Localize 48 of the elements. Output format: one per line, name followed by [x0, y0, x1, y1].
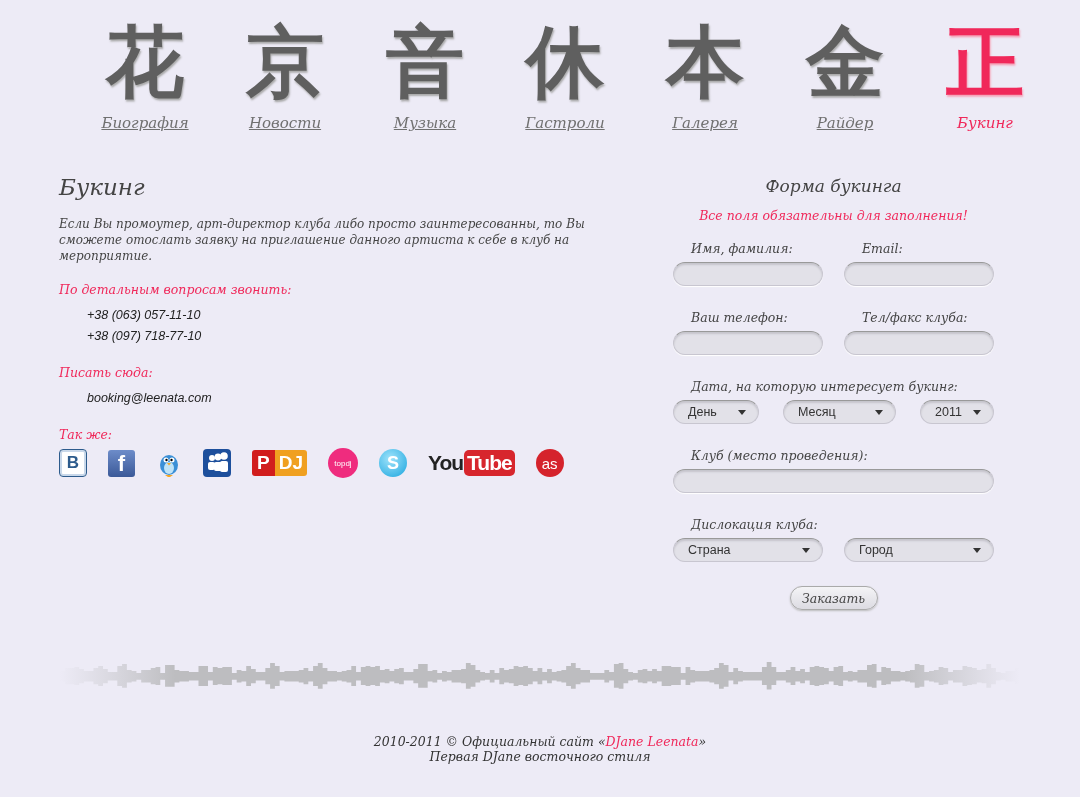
caret-icon: [973, 547, 981, 553]
nav-link[interactable]: 京 Новости: [216, 12, 354, 132]
dropdown[interactable]: Месяц: [783, 400, 896, 424]
field-label: Тел/факс клуба:: [861, 310, 969, 326]
intro-paragraph: Если Вы промоутер, арт-директор клуба либо просто заинтересованны, то Вы сможете отослать заявку на приглашение данного артиста к себе в клуб на мероприятие.: [59, 216, 586, 264]
contact-text: booking@leenata.com: [86, 390, 213, 407]
field-label: Клуб (место проведения):: [690, 448, 869, 464]
required-note: Все поля обязательны для заполнения!: [698, 208, 969, 223]
nav-link[interactable]: 金 Райдер: [776, 12, 914, 132]
nav-link[interactable]: 音 Музыка: [356, 12, 494, 132]
tagline-text: Первая DJane восточного стиля: [428, 749, 652, 764]
dropdown[interactable]: Город: [844, 538, 994, 562]
order-button[interactable]: Заказать: [789, 586, 878, 610]
field-label: Имя, фамилия:: [690, 241, 794, 257]
input-field[interactable]: [673, 262, 823, 286]
input-field[interactable]: [844, 331, 994, 355]
dropdown[interactable]: Страна: [673, 538, 823, 562]
site-link[interactable]: DJane Leenata: [605, 734, 699, 749]
nav-link[interactable]: 休 Гастроли: [496, 12, 634, 132]
nav-link[interactable]: 本 Галерея: [636, 12, 774, 132]
caret-icon: [973, 409, 981, 415]
input-field[interactable]: [844, 262, 994, 286]
vk-icon[interactable]: В: [59, 449, 87, 477]
people-icon[interactable]: [203, 449, 231, 477]
form-heading: Форма букинга: [764, 175, 903, 196]
dropdown[interactable]: 2011: [920, 400, 994, 424]
topdj-logo[interactable]: topdj: [328, 448, 358, 478]
field-label: Ваш телефон:: [690, 310, 789, 326]
field-label: Email:: [861, 241, 904, 257]
field-label: Дислокация клуба:: [689, 517, 819, 533]
caret-icon: [875, 409, 883, 415]
contact-text: +38 (063) 057-11-10: [86, 307, 202, 324]
dropdown[interactable]: День: [673, 400, 759, 424]
page-heading: Букинг: [59, 174, 146, 200]
field-label: Дата, на которую интересует букинг:: [689, 379, 959, 395]
copyright-text: 2010-2011 © Официальный сайт «DJane Leenata»: [372, 734, 708, 749]
lastfm-logo[interactable]: as: [535, 449, 564, 477]
caret-icon: [802, 547, 810, 553]
contact-text: +38 (097) 718-77-10: [86, 328, 203, 345]
nav-link[interactable]: 正 Букинг: [916, 12, 1054, 132]
section-heading: Писать сюда:: [59, 365, 154, 380]
facebook-icon[interactable]: f: [108, 449, 135, 477]
caret-icon: [738, 409, 746, 415]
section-heading: Так же:: [59, 427, 114, 442]
input-field[interactable]: [673, 331, 823, 355]
section-heading: По детальным вопросам звонить:: [59, 282, 293, 297]
nav-link[interactable]: 花 Биография: [76, 12, 214, 132]
input-field[interactable]: [673, 469, 994, 493]
